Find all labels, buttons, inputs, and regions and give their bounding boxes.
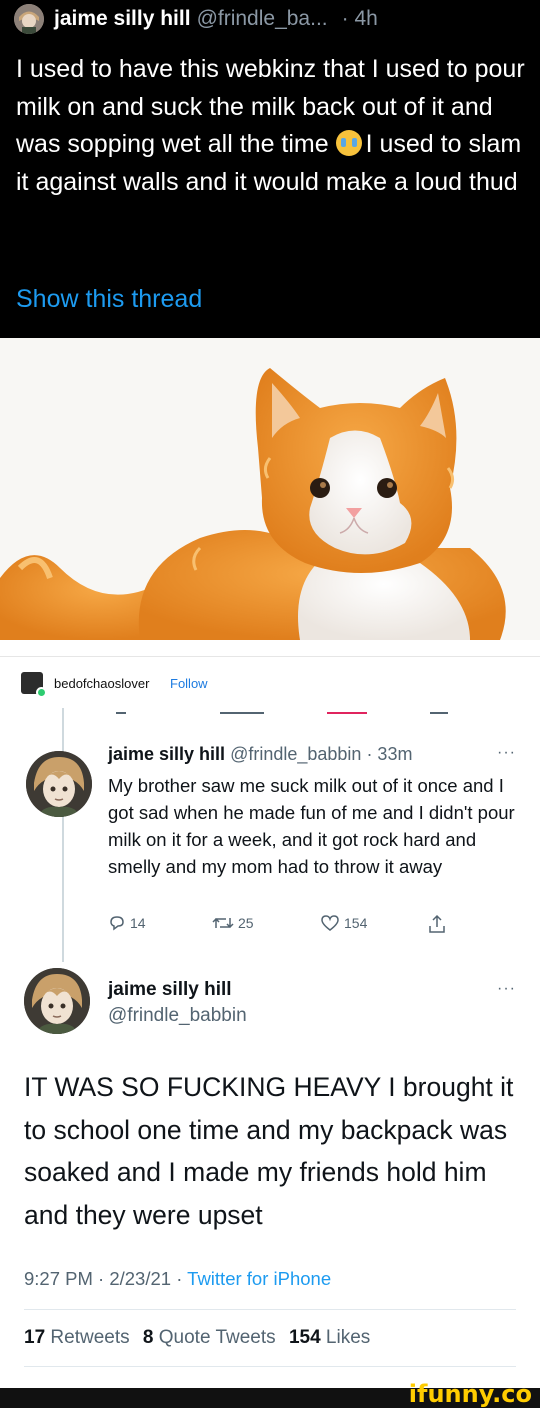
cropped-action-row: [112, 710, 462, 718]
reply-tweet-text: My brother saw me suck milk out of it on…: [108, 775, 515, 877]
avatar[interactable]: [24, 968, 90, 1034]
ifunny-watermark: ifunny.co: [408, 1380, 532, 1408]
divider: [24, 1309, 516, 1310]
more-options-icon[interactable]: ···: [497, 980, 516, 998]
tumblr-username[interactable]: bedofchaoslover: [54, 676, 149, 691]
avatar[interactable]: [14, 4, 44, 34]
watermark-bar: ifunny.co: [0, 1380, 540, 1408]
reply-tweet-header: jaime silly hill @frindle_babbin · 33m: [108, 744, 412, 765]
show-thread-link[interactable]: Show this thread: [16, 285, 202, 314]
loudly-crying-face-icon: [335, 130, 362, 156]
reply-count: 14: [130, 915, 146, 931]
tweet-metadata: 9:27 PM · 2/23/21 · Twitter for iPhone: [24, 1268, 331, 1290]
main-tweet-text: IT WAS SO FUCKING HEAVY I brought it to …: [24, 1072, 514, 1230]
display-name[interactable]: jaime silly hill: [108, 744, 225, 764]
follow-button[interactable]: Follow: [170, 676, 208, 691]
handle[interactable]: @frindle_babbin: [108, 1005, 247, 1027]
share-icon: [429, 914, 445, 933]
handle[interactable]: @frindle_ba...: [197, 7, 328, 31]
quote-tweets-stat[interactable]: 8 Quote Tweets: [143, 1327, 276, 1348]
tweet-text: I used to have this webkinz that I used …: [16, 51, 528, 201]
online-status-icon: [36, 687, 47, 698]
handle-and-time[interactable]: @frindle_babbin · 33m: [230, 744, 412, 764]
thread-connector-line: [62, 708, 64, 962]
like-button[interactable]: 154: [320, 914, 367, 932]
reply-button[interactable]: 14: [108, 914, 146, 932]
likes-stat[interactable]: 154 Likes: [289, 1327, 370, 1348]
retweet-count: 25: [238, 915, 254, 931]
divider: [24, 1366, 516, 1367]
reply-icon: [110, 916, 124, 931]
tumblr-avatar-icon[interactable]: [21, 672, 47, 698]
tweet-stats: 17 Retweets 8 Quote Tweets 154 Likes: [24, 1327, 370, 1349]
display-name[interactable]: jaime silly hill: [108, 979, 232, 1001]
display-name[interactable]: jaime silly hill: [54, 7, 191, 31]
dark-tweet-header: jaime silly hill @frindle_ba... · 4h: [14, 2, 378, 36]
plush-cat-photo[interactable]: [0, 338, 540, 640]
retweet-icon: [212, 917, 234, 929]
dark-tweet: jaime silly hill @frindle_ba... · 4h I u…: [0, 0, 540, 338]
retweets-stat[interactable]: 17 Retweets: [24, 1327, 130, 1348]
retweet-button[interactable]: 25: [212, 914, 254, 932]
tweet-source-link[interactable]: Twitter for iPhone: [187, 1268, 331, 1289]
tweet-actions: 14 25 154: [108, 914, 468, 940]
tumblr-post-header: bedofchaoslover Follow: [0, 656, 540, 708]
tweet-time-date[interactable]: 9:27 PM · 2/23/21 ·: [24, 1268, 187, 1289]
avatar[interactable]: [26, 751, 92, 817]
heart-icon: [321, 915, 339, 931]
timestamp[interactable]: · 4h: [342, 7, 378, 31]
like-count: 154: [344, 915, 368, 931]
share-button[interactable]: [428, 914, 450, 934]
more-options-icon[interactable]: ···: [497, 744, 516, 762]
